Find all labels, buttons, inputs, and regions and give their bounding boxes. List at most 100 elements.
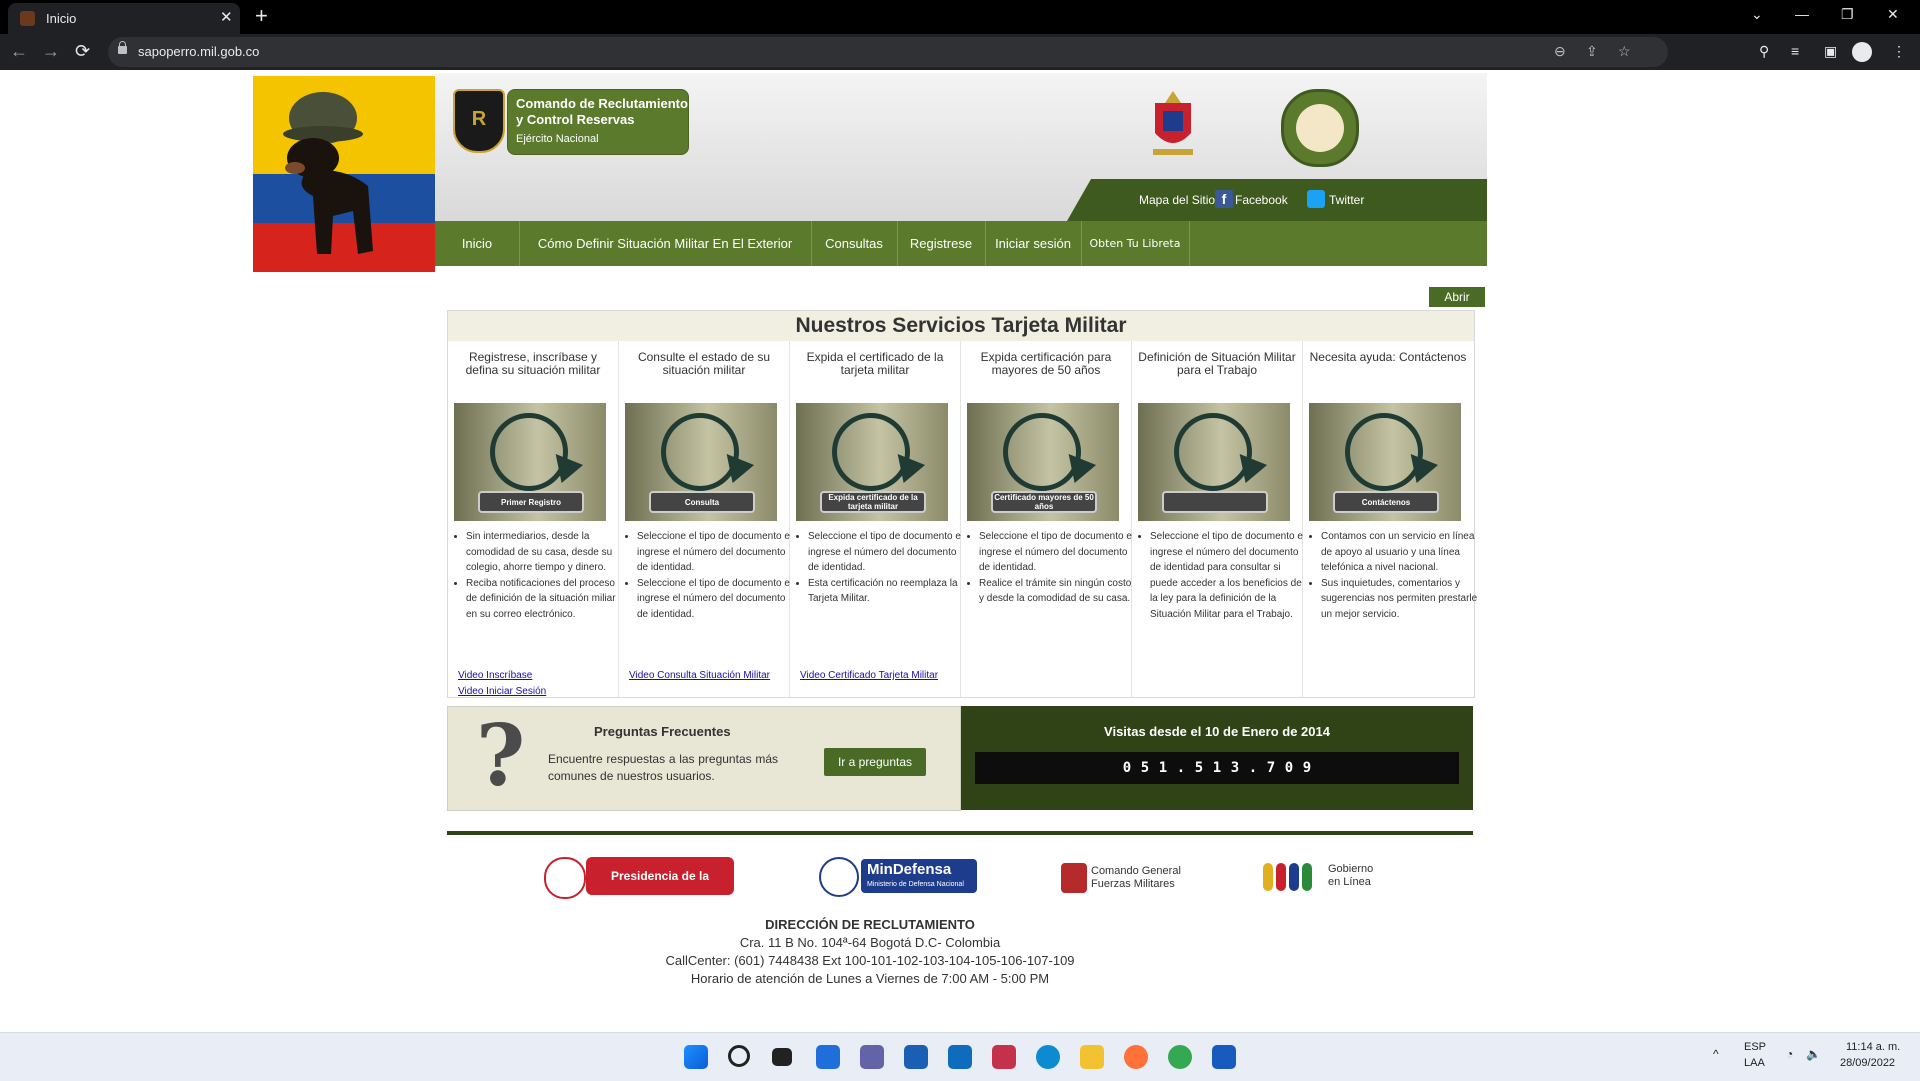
- trabajo-image[interactable]: [1138, 403, 1290, 521]
- mail-icon[interactable]: [948, 1045, 972, 1069]
- forward-icon[interactable]: →: [42, 42, 60, 60]
- certificado-button[interactable]: Expida certificado de la tarjeta militar: [820, 491, 926, 513]
- task-view-icon[interactable]: [772, 1048, 792, 1066]
- widgets-icon[interactable]: [816, 1045, 840, 1069]
- twitter-icon[interactable]: [1307, 190, 1325, 208]
- facebook-link[interactable]: Facebook: [1235, 193, 1288, 207]
- header-links-bar: Mapa del Sitio f Facebook Twitter: [435, 179, 1487, 221]
- wifi-icon[interactable]: ◔: [1786, 1047, 1793, 1061]
- ir-a-preguntas-button[interactable]: Ir a preguntas: [824, 748, 926, 776]
- store-icon[interactable]: [904, 1045, 928, 1069]
- abrir-button[interactable]: Abrir: [1429, 287, 1485, 307]
- zoom-icon[interactable]: ⊖: [1554, 43, 1566, 60]
- counter-digit: 9: [1302, 760, 1312, 776]
- mayores-50-button[interactable]: Certificado mayores de 50 años: [991, 491, 1097, 513]
- video-certificado-link[interactable]: Video Certificado Tarjeta Militar: [800, 670, 938, 681]
- consulta-image[interactable]: Consulta: [625, 403, 777, 521]
- certificado-image[interactable]: Expida certificado de la tarjeta militar: [796, 403, 948, 521]
- consulta-button[interactable]: Consulta: [649, 491, 755, 513]
- tab-close-icon[interactable]: ✕: [220, 8, 233, 26]
- address-title: DIRECCIÓN DE RECLUTAMIENTO: [765, 917, 975, 932]
- url-text[interactable]: sapoperro.mil.gob.co: [138, 44, 259, 59]
- menu-item-registrese[interactable]: Registrese: [897, 221, 986, 266]
- service-bullet: Contamos con un servicio en línea de apo…: [1321, 529, 1479, 576]
- side-panel-icon[interactable]: ▣: [1824, 43, 1837, 60]
- faq-panel: ? Preguntas Frecuentes Encuentre respues…: [447, 706, 961, 811]
- reclutamiento-shield-logo[interactable]: R: [453, 89, 505, 153]
- menu-icon[interactable]: ⋮: [1892, 43, 1906, 60]
- menu-item-inicio[interactable]: Inicio: [435, 221, 520, 266]
- chrome-icon[interactable]: [1168, 1045, 1192, 1069]
- address-bar[interactable]: sapoperro.mil.gob.co ⊖ ⇪ ☆: [108, 37, 1668, 67]
- video-consulta-link[interactable]: Video Consulta Situación Militar: [629, 670, 770, 681]
- video-inscribase-link[interactable]: Video Inscríbase: [458, 670, 532, 681]
- share-icon[interactable]: ⇪: [1586, 43, 1598, 60]
- mindefensa-logo[interactable]: MinDefensa Ministerio de Defensa Naciona…: [819, 857, 979, 897]
- minimize-button[interactable]: —: [1795, 6, 1809, 22]
- bookmark-star-icon[interactable]: ☆: [1618, 43, 1631, 60]
- primer-registro-button[interactable]: Primer Registro: [478, 491, 584, 513]
- counter-digit: .: [1248, 760, 1258, 776]
- windows-taskbar: ^ ESP LAA ◔ 🔈 11:14 a. m. 28/09/2022: [0, 1032, 1920, 1081]
- profile-avatar[interactable]: [1852, 42, 1872, 62]
- edge-icon[interactable]: [1036, 1045, 1060, 1069]
- org-name-line1: Comando de Reclutamiento: [516, 96, 688, 111]
- extensions-icon[interactable]: ⚲: [1759, 43, 1769, 60]
- menu-item-consultas[interactable]: Consultas: [811, 221, 898, 266]
- facebook-icon[interactable]: f: [1215, 190, 1233, 208]
- word-icon[interactable]: [1212, 1045, 1236, 1069]
- volume-icon[interactable]: 🔈: [1806, 1047, 1821, 1061]
- army-crest-icon: [1153, 91, 1193, 155]
- org-subtitle: Ejército Nacional: [516, 133, 599, 145]
- service-heading: Definición de Situación Militar para el …: [1138, 350, 1296, 377]
- video-iniciar-sesion-link[interactable]: Video Iniciar Sesión: [458, 686, 546, 697]
- clock-date[interactable]: 28/09/2022: [1840, 1057, 1895, 1069]
- search-icon[interactable]: [728, 1045, 750, 1067]
- clock-time[interactable]: 11:14 a. m.: [1846, 1041, 1900, 1053]
- menu-item-obten-libreta[interactable]: Obten Tu Libreta: [1081, 221, 1190, 266]
- firefox-icon[interactable]: [1124, 1045, 1148, 1069]
- visit-counter: 051.513.709: [975, 752, 1459, 784]
- main-menu: Inicio Cómo Definir Situación Militar En…: [435, 221, 1487, 266]
- language-line2[interactable]: LAA: [1744, 1057, 1765, 1069]
- gobierno-en-linea-logo[interactable]: Gobierno en Línea: [1263, 857, 1383, 897]
- counter-digit: 1: [1158, 760, 1168, 776]
- file-explorer-icon[interactable]: [1080, 1045, 1104, 1069]
- tab-search-icon[interactable]: ⌄: [1751, 6, 1763, 23]
- chat-icon[interactable]: [860, 1045, 884, 1069]
- org-logo-box[interactable]: Comando de Reclutamiento y Control Reserv…: [507, 89, 689, 155]
- visits-title: Visitas desde el 10 de Enero de 2014: [1104, 724, 1330, 739]
- cgfm-logo[interactable]: Comando General Fuerzas Militares: [1061, 857, 1187, 897]
- address-line: Cra. 11 B No. 104ª-64 Bogotá D.C- Colomb…: [739, 935, 1001, 950]
- trabajo-button[interactable]: [1162, 491, 1268, 513]
- new-tab-button[interactable]: +: [255, 3, 268, 29]
- start-icon[interactable]: [684, 1045, 708, 1069]
- service-bullet: Seleccione el tipo de documento e ingres…: [808, 529, 966, 576]
- tab-bar: Inicio ✕ + ⌄ — ❐ ✕: [0, 0, 1920, 34]
- primer-registro-image[interactable]: Primer Registro: [454, 403, 606, 521]
- restore-button[interactable]: ❐: [1841, 6, 1854, 23]
- menu-item-situacion-exterior[interactable]: Cómo Definir Situación Militar En El Ext…: [519, 221, 812, 266]
- sitemap-link[interactable]: Mapa del Sitio: [1139, 193, 1215, 207]
- faq-description: Encuentre respuestas a las preguntas más…: [548, 752, 778, 783]
- counter-digit: 3: [1230, 760, 1240, 776]
- service-consulta: Consulte el estado de su situación milit…: [619, 341, 790, 697]
- tab-inicio[interactable]: Inicio ✕: [8, 3, 240, 34]
- counter-digit: 5: [1194, 760, 1204, 776]
- close-window-button[interactable]: ✕: [1887, 6, 1899, 23]
- contactenos-image[interactable]: Contáctenos: [1309, 403, 1461, 521]
- reload-icon[interactable]: ⟳: [75, 42, 90, 60]
- mayores-50-image[interactable]: Certificado mayores de 50 años: [967, 403, 1119, 521]
- service-heading: Consulte el estado de su situación milit…: [637, 350, 771, 377]
- twitter-link[interactable]: Twitter: [1329, 193, 1364, 207]
- reading-list-icon[interactable]: ≡: [1791, 43, 1799, 59]
- counter-digit: .: [1176, 760, 1186, 776]
- snipping-tool-icon[interactable]: [992, 1045, 1016, 1069]
- language-line1[interactable]: ESP: [1744, 1041, 1766, 1053]
- presidencia-logo[interactable]: Presidencia de la República: [544, 857, 734, 921]
- service-bullet: Sus inquietudes, comentarios y sugerenci…: [1321, 576, 1479, 623]
- tray-overflow-icon[interactable]: ^: [1713, 1047, 1719, 1061]
- back-icon[interactable]: ←: [10, 42, 28, 60]
- contactenos-button[interactable]: Contáctenos: [1333, 491, 1439, 513]
- menu-item-iniciar-sesion[interactable]: Iniciar sesión: [985, 221, 1082, 266]
